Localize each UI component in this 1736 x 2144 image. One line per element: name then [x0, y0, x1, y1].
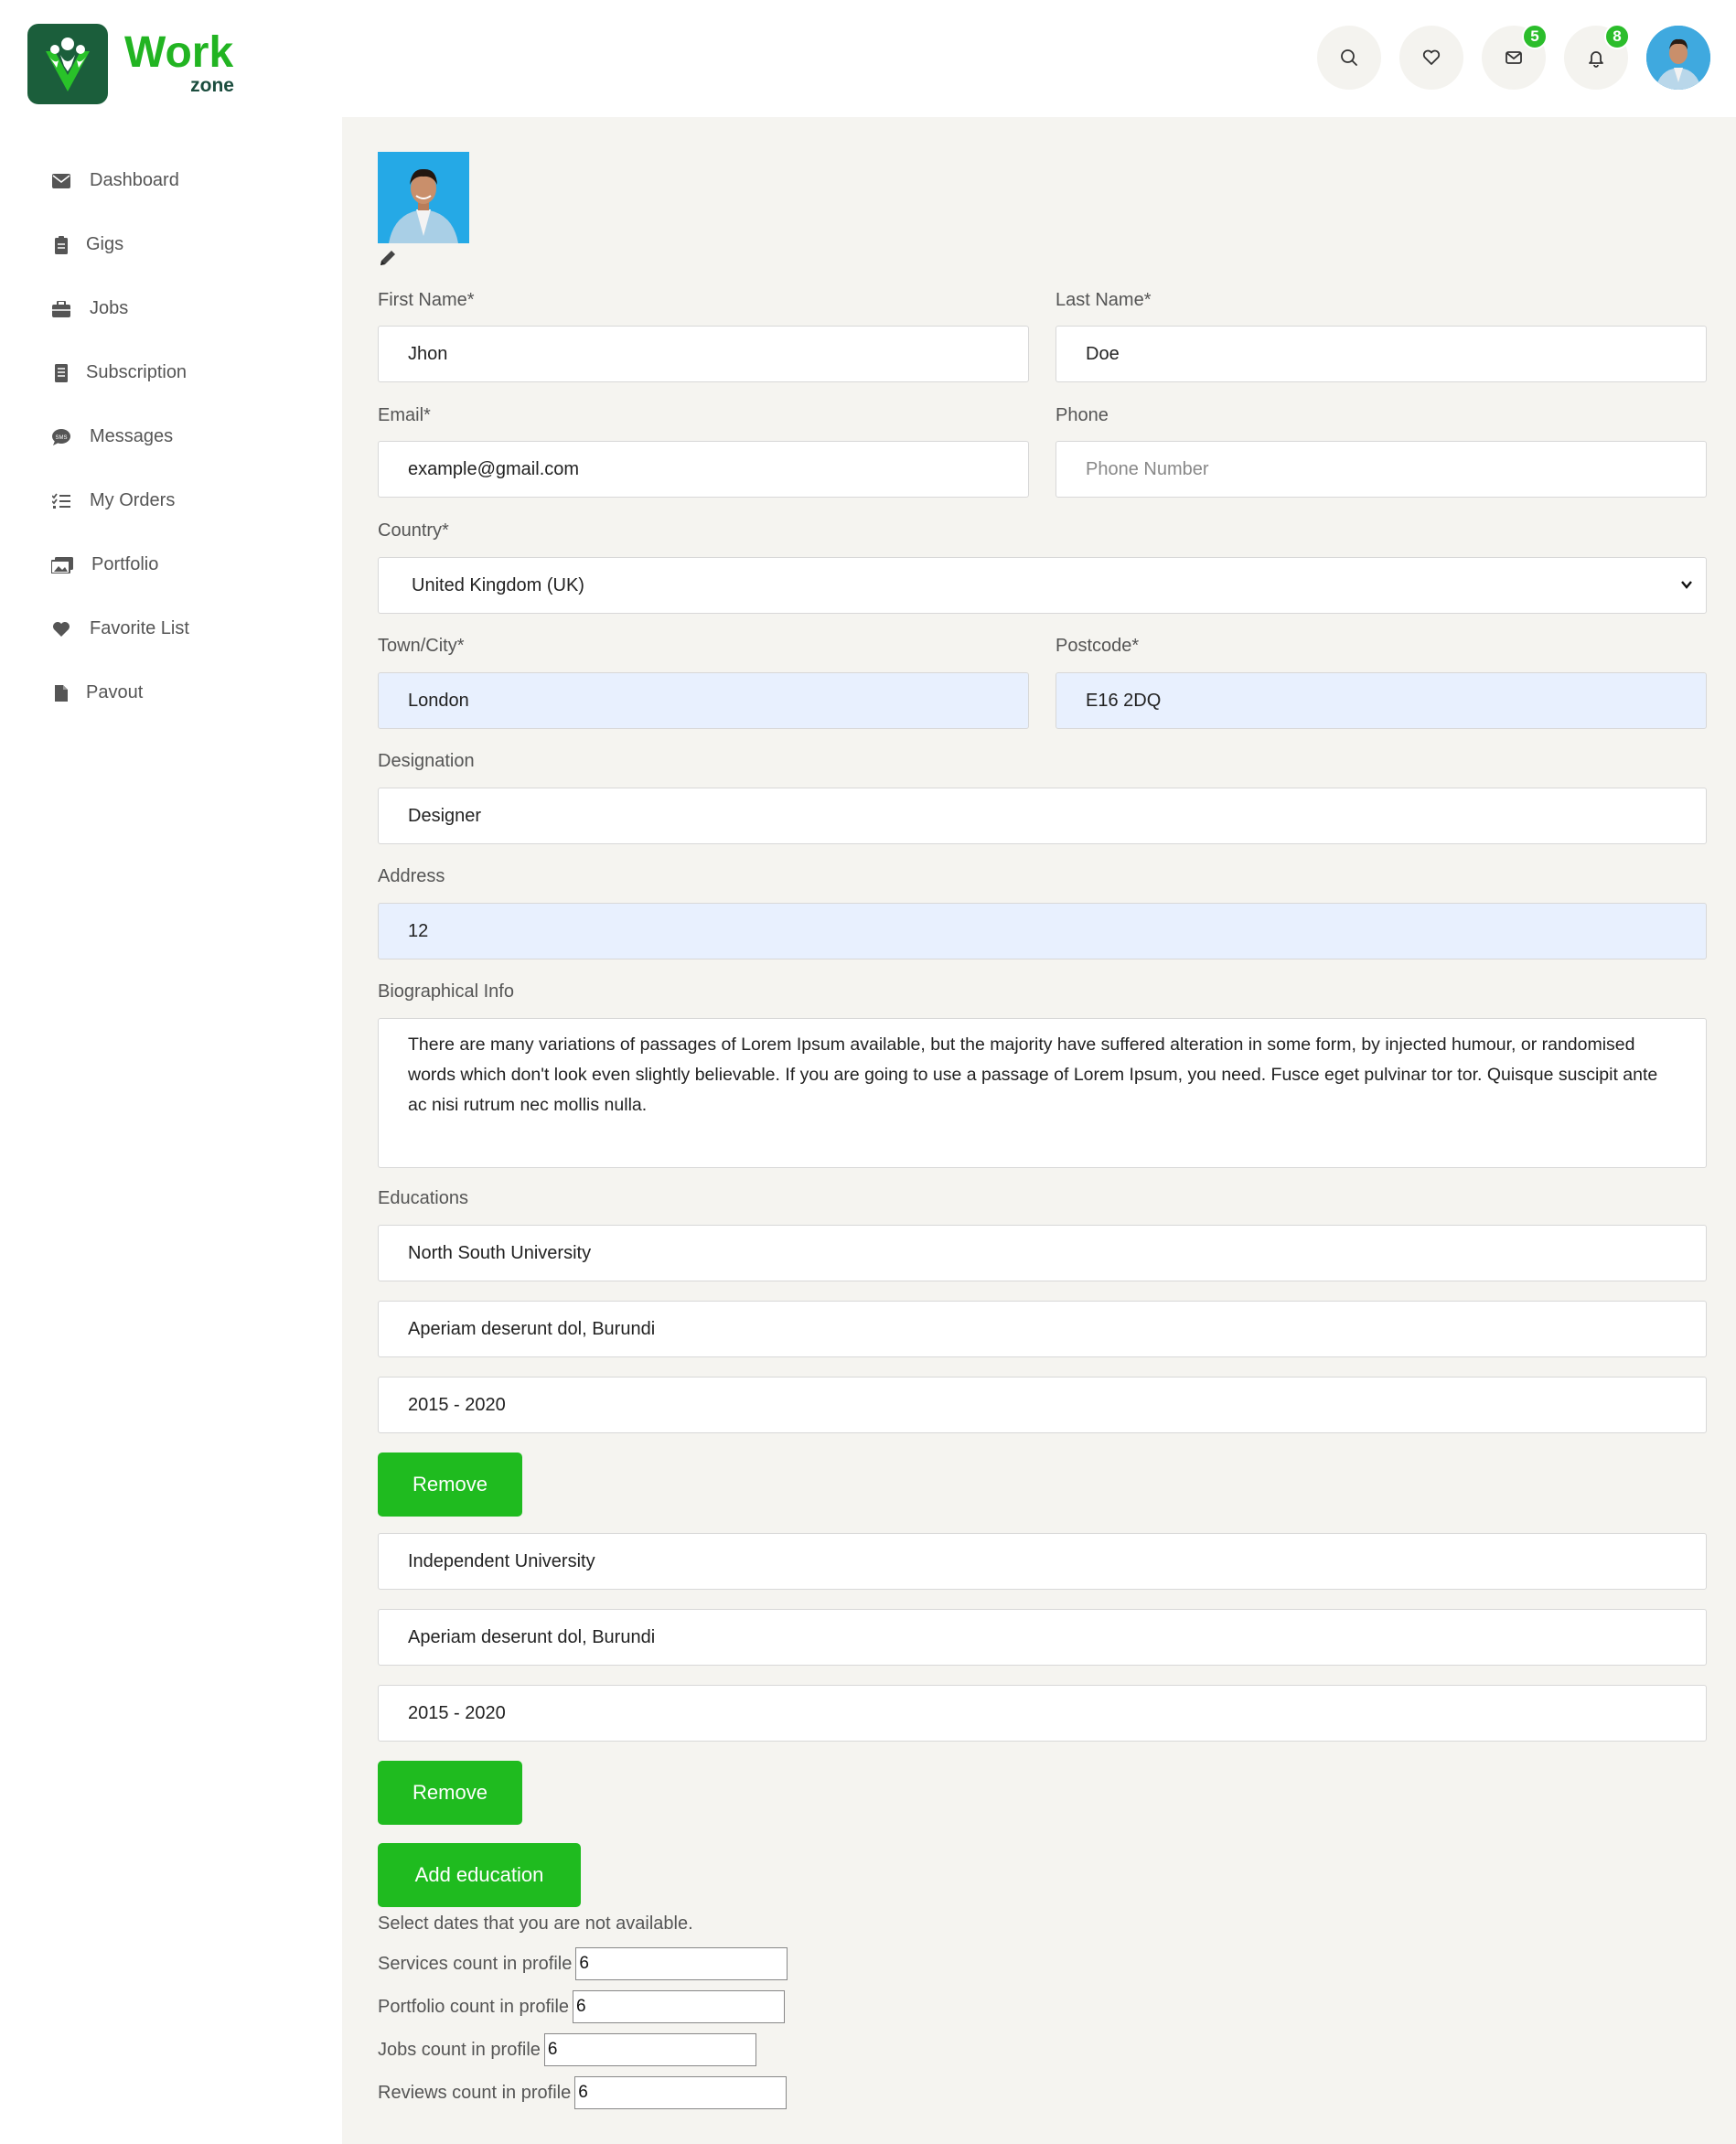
address-label: Address	[378, 866, 445, 886]
images-icon	[51, 555, 73, 575]
heart-icon	[51, 619, 71, 639]
email-label: Email*	[378, 405, 431, 425]
bio-textarea[interactable]: There are many variations of passages of…	[378, 1018, 1707, 1168]
messages-badge: 5	[1522, 24, 1548, 49]
bell-icon	[1589, 51, 1603, 68]
designation-input[interactable]: Designer	[378, 788, 1707, 844]
first-name-label: First Name*	[378, 290, 475, 310]
portfolio-count-input[interactable]: 6	[573, 1990, 786, 2023]
reviews-count-input[interactable]: 6	[574, 2076, 788, 2109]
sidebar-item-label: Messages	[90, 426, 174, 446]
sidebar-item-payout[interactable]: Pavout	[51, 682, 143, 703]
reviews-count-row: Reviews count in profile 6	[378, 2076, 788, 2109]
phone-label: Phone	[1056, 405, 1109, 425]
country-select[interactable]: United Kingdom (UK)	[378, 557, 1707, 614]
town-label: Town/City*	[378, 636, 465, 656]
services-count-label: Services count in profile	[378, 1953, 573, 1974]
sidebar-item-jobs[interactable]: Jobs	[51, 298, 128, 319]
sidebar-item-label: Gigs	[86, 234, 124, 254]
list-check-icon	[51, 491, 71, 511]
jobs-count-label: Jobs count in profile	[378, 2039, 541, 2060]
search-icon	[1341, 49, 1357, 66]
sidebar: Dashboard Gigs Jobs Subscription SMS Mes…	[0, 117, 342, 2144]
last-name-label: Last Name*	[1056, 290, 1152, 310]
email-input[interactable]: example@gmail.com	[378, 441, 1029, 498]
envelope-icon	[51, 171, 71, 191]
sidebar-item-label: My Orders	[90, 490, 176, 510]
sidebar-item-label: Pavout	[86, 682, 144, 702]
logo-word: Work	[124, 28, 234, 77]
logo-sub: zone	[190, 75, 234, 96]
top-header: Work zone 5 8	[0, 0, 1736, 117]
remove-education-button[interactable]: Remove	[378, 1453, 522, 1517]
portfolio-count-label: Portfolio count in profile	[378, 1996, 570, 2017]
jobs-count-row: Jobs count in profile 6	[378, 2033, 756, 2066]
svg-text:SMS: SMS	[55, 435, 67, 441]
sidebar-item-my-orders[interactable]: My Orders	[51, 490, 175, 511]
clipboard-icon	[51, 235, 71, 255]
notifications-button[interactable]: 8	[1564, 24, 1630, 90]
postcode-label: Postcode*	[1056, 636, 1140, 656]
sidebar-item-portfolio[interactable]: Portfolio	[51, 554, 158, 575]
sidebar-item-label: Jobs	[90, 298, 129, 318]
sms-icon: SMS	[51, 427, 71, 447]
reviews-count-label: Reviews count in profile	[378, 2082, 572, 2103]
user-avatar[interactable]	[1646, 26, 1710, 90]
country-value: United Kingdom (UK)	[412, 574, 584, 595]
portfolio-count-row: Portfolio count in profile 6	[378, 1990, 786, 2023]
remove-education-button[interactable]: Remove	[378, 1761, 522, 1825]
education-school-input[interactable]: North South University	[378, 1225, 1707, 1281]
file-icon	[51, 683, 71, 703]
address-input[interactable]: 12	[378, 903, 1707, 959]
education-years-input[interactable]: 2015 - 2020	[378, 1685, 1707, 1742]
profile-photo[interactable]	[378, 152, 469, 243]
notifications-badge: 8	[1604, 24, 1630, 49]
pencil-icon	[380, 251, 395, 265]
sidebar-item-label: Dashboard	[90, 170, 179, 190]
briefcase-icon	[51, 299, 71, 319]
education-years-input[interactable]: 2015 - 2020	[378, 1377, 1707, 1433]
heart-icon	[1422, 49, 1441, 65]
jobs-count-input[interactable]: 6	[543, 2033, 756, 2066]
logo-mark-icon	[27, 24, 108, 104]
sidebar-item-label: Favorite List	[90, 618, 189, 638]
phone-input[interactable]: Phone Number	[1056, 441, 1707, 498]
last-name-input[interactable]: Doe	[1056, 326, 1707, 382]
services-count-input[interactable]: 6	[575, 1947, 788, 1980]
education-location-input[interactable]: Aperiam deserunt dol, Burundi	[378, 1609, 1707, 1666]
sidebar-item-label: Subscription	[86, 362, 188, 382]
town-input[interactable]: London	[378, 672, 1029, 729]
profile-form-area: First Name* Jhon Last Name* Doe Email* e…	[342, 117, 1736, 2144]
receipt-icon	[51, 363, 71, 383]
sidebar-item-favorite-list[interactable]: Favorite List	[51, 618, 189, 639]
sidebar-item-label: Portfolio	[91, 554, 159, 574]
postcode-input[interactable]: E16 2DQ	[1056, 672, 1707, 729]
sidebar-item-messages[interactable]: SMS Messages	[51, 426, 173, 447]
educations-label: Educations	[378, 1188, 468, 1208]
sidebar-item-subscription[interactable]: Subscription	[51, 362, 187, 383]
envelope-icon	[1506, 51, 1522, 64]
education-location-input[interactable]: Aperiam deserunt dol, Burundi	[378, 1301, 1707, 1357]
sidebar-item-gigs[interactable]: Gigs	[51, 234, 123, 255]
logo[interactable]: Work zone	[27, 24, 234, 104]
messages-button[interactable]: 5	[1482, 24, 1548, 90]
bio-label: Biographical Info	[378, 981, 514, 1002]
country-label: Country*	[378, 520, 449, 541]
search-button[interactable]	[1317, 26, 1381, 90]
services-count-row: Services count in profile 6	[378, 1947, 788, 1980]
favorites-button[interactable]	[1399, 26, 1463, 90]
availability-note: Select dates that you are not available.	[378, 1914, 693, 1934]
education-school-input[interactable]: Independent University	[378, 1533, 1707, 1590]
chevron-down-icon	[1681, 581, 1692, 589]
edit-photo-button[interactable]	[379, 249, 399, 269]
designation-label: Designation	[378, 751, 475, 771]
sidebar-item-dashboard[interactable]: Dashboard	[51, 170, 179, 191]
first-name-input[interactable]: Jhon	[378, 326, 1029, 382]
add-education-button[interactable]: Add education	[378, 1843, 581, 1907]
